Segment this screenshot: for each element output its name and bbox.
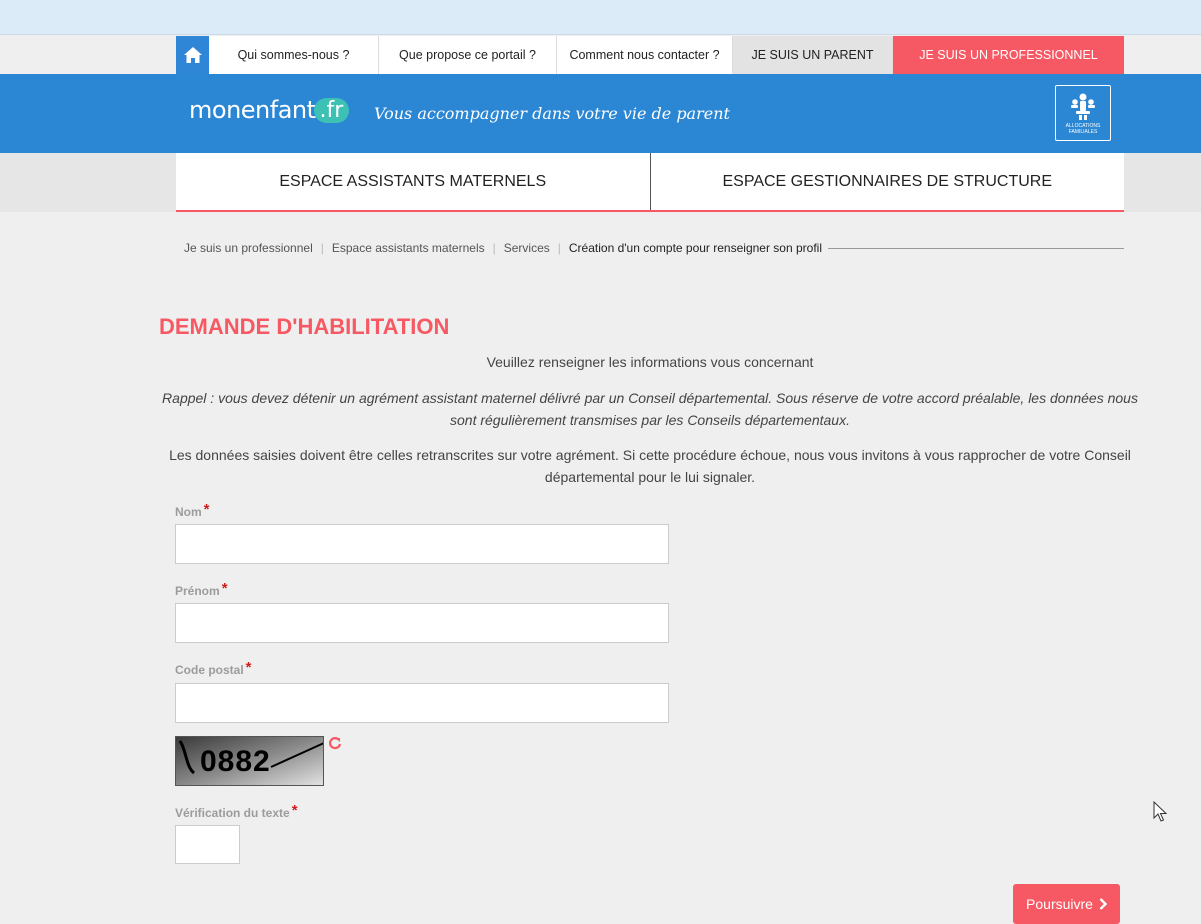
espace-tabs: ESPACE ASSISTANTS MATERNELS ESPACE GESTI… xyxy=(176,153,1124,212)
nom-label: Nom * xyxy=(175,501,210,519)
poursuivre-button[interactable]: Poursuivre xyxy=(1013,884,1120,924)
logo-main-text: monenfant xyxy=(189,96,316,124)
breadcrumb-separator: | xyxy=(320,241,324,255)
verification-label: Vérification du texte * xyxy=(175,802,298,820)
home-button[interactable] xyxy=(176,36,209,74)
intro-text: Veuillez renseigner les informations vou… xyxy=(486,354,814,370)
nom-label-text: Nom xyxy=(175,505,202,519)
breadcrumb-link[interactable]: Espace assistants maternels xyxy=(332,241,485,255)
poursuivre-label: Poursuivre xyxy=(1026,896,1093,912)
chevron-right-icon xyxy=(1099,898,1107,910)
logo-fr-badge: .fr xyxy=(313,97,350,123)
nav-contact[interactable]: Comment nous contacter ? xyxy=(557,36,733,74)
nav-je-suis-parent[interactable]: JE SUIS UN PARENT xyxy=(733,36,893,74)
breadcrumb-link[interactable]: Je suis un professionnel xyxy=(184,241,313,255)
code-postal-label-text: Code postal xyxy=(175,663,244,677)
prenom-label: Prénom * xyxy=(175,580,228,598)
nav-je-suis-professionnel[interactable]: JE SUIS UN PROFESSIONNEL xyxy=(893,36,1124,74)
breadcrumb-separator: | xyxy=(492,241,496,255)
site-logo[interactable]: monenfant .fr xyxy=(189,96,350,124)
breadcrumb-rule xyxy=(828,247,1124,249)
rappel-text: Rappel : vous devez détenir un agrément … xyxy=(162,390,1138,428)
verification-input[interactable] xyxy=(175,825,240,864)
home-icon xyxy=(183,47,202,63)
required-mark: * xyxy=(203,501,210,518)
breadcrumb: Je suis un professionnel | Espace assist… xyxy=(184,241,1124,255)
verification-label-text: Vérification du texte xyxy=(175,806,290,820)
site-banner: monenfant .fr Vous accompagner dans votr… xyxy=(0,74,1201,153)
donnees-text: Les données saisies doivent être celles … xyxy=(169,447,1131,485)
refresh-icon[interactable] xyxy=(328,736,342,750)
prenom-label-text: Prénom xyxy=(175,584,220,598)
caf-logo[interactable]: ALLOCATIONS FAMILIALES xyxy=(1055,85,1111,141)
site-tagline: Vous accompagner dans votre vie de paren… xyxy=(374,104,730,123)
tab-espace-gestionnaires[interactable]: ESPACE GESTIONNAIRES DE STRUCTURE xyxy=(649,153,1125,210)
captcha-image: 0882 xyxy=(175,736,324,786)
required-mark: * xyxy=(221,580,228,597)
page-title: DEMANDE D'HABILITATION xyxy=(159,314,450,339)
caf-logo-text: ALLOCATIONS FAMILIALES xyxy=(1065,123,1101,135)
required-mark: * xyxy=(245,659,252,676)
nav-que-propose[interactable]: Que propose ce portail ? xyxy=(379,36,557,74)
nom-input[interactable] xyxy=(175,524,669,564)
prenom-input[interactable] xyxy=(175,603,669,643)
captcha-text: 0882 xyxy=(200,745,271,778)
top-navigation: Qui sommes-nous ? Que propose ce portail… xyxy=(176,36,1124,74)
browser-bar xyxy=(0,0,1201,35)
mouse-cursor-icon xyxy=(1153,801,1167,822)
breadcrumb-current: Création d'un compte pour renseigner son… xyxy=(568,241,822,255)
caf-emblem-icon xyxy=(1071,93,1095,120)
nav-qui-sommes-nous[interactable]: Qui sommes-nous ? xyxy=(209,36,379,74)
breadcrumb-link[interactable]: Services xyxy=(504,241,550,255)
required-mark: * xyxy=(291,802,298,819)
code-postal-input[interactable] xyxy=(175,683,669,723)
tab-espace-assistants-maternels[interactable]: ESPACE ASSISTANTS MATERNELS xyxy=(176,153,650,210)
breadcrumb-separator: | xyxy=(557,241,561,255)
code-postal-label: Code postal * xyxy=(175,659,252,677)
